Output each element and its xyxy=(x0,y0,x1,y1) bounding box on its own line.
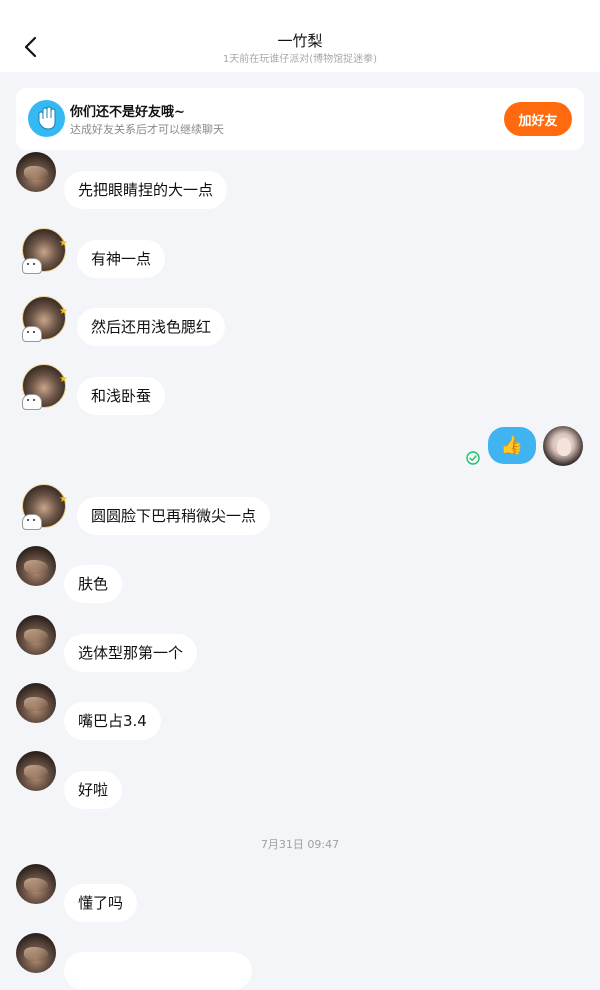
chat-status: 1天前在玩谁仔派对(博物馆捉迷拳) xyxy=(222,54,378,65)
banner-title: 你们还不是好友哦~ xyxy=(70,105,185,120)
message-bubble: 肤色 xyxy=(64,565,123,603)
message-bubble: 选体型那第一个 xyxy=(64,634,198,672)
chat-header: 一竹梨 1天前在玩谁仔派对(博物馆捉迷拳) xyxy=(0,0,600,72)
sent-check-icon xyxy=(466,451,480,465)
message-bubble: 好啦 xyxy=(64,771,123,809)
chat-timestamp: 7月31日 09:47 xyxy=(260,838,340,851)
avatar[interactable] xyxy=(16,615,56,655)
avatar[interactable]: ★ xyxy=(18,360,68,410)
message-bubble: 圆圆脸下巴再稍微尖一点 xyxy=(77,497,271,535)
avatar[interactable] xyxy=(16,751,56,791)
self-avatar[interactable] xyxy=(543,426,583,466)
message-bubble: 和浅卧蚕 xyxy=(77,377,166,415)
avatar[interactable] xyxy=(16,864,56,904)
message-bubble: 懂了吗 xyxy=(64,884,138,922)
avatar[interactable]: ★ xyxy=(18,292,68,342)
message-bubble-partial xyxy=(64,952,252,990)
friend-request-banner: 你们还不是好友哦~ 达成好友关系后才可以继续聊天 加好友 xyxy=(16,88,584,150)
avatar[interactable] xyxy=(16,683,56,723)
message-bubble: 然后还用浅色腮红 xyxy=(77,308,226,346)
self-message-bubble: 👍 xyxy=(488,427,536,464)
avatar[interactable] xyxy=(16,152,56,192)
message-bubble: 有神一点 xyxy=(77,240,166,278)
avatar[interactable]: ★ xyxy=(18,480,68,530)
message-bubble: 嘴巴占3.4 xyxy=(64,702,161,740)
banner-subtitle: 达成好友关系后才可以继续聊天 xyxy=(70,123,224,136)
avatar[interactable] xyxy=(16,933,56,973)
add-friend-button[interactable]: 加好友 xyxy=(504,102,572,136)
chat-title: 一竹梨 xyxy=(277,32,323,50)
hand-wave-icon xyxy=(28,100,65,137)
avatar[interactable]: ★ xyxy=(18,224,68,274)
thumbs-up-icon: 👍 xyxy=(500,435,524,456)
avatar[interactable] xyxy=(16,546,56,586)
message-bubble: 先把眼睛捏的大一点 xyxy=(64,171,228,209)
